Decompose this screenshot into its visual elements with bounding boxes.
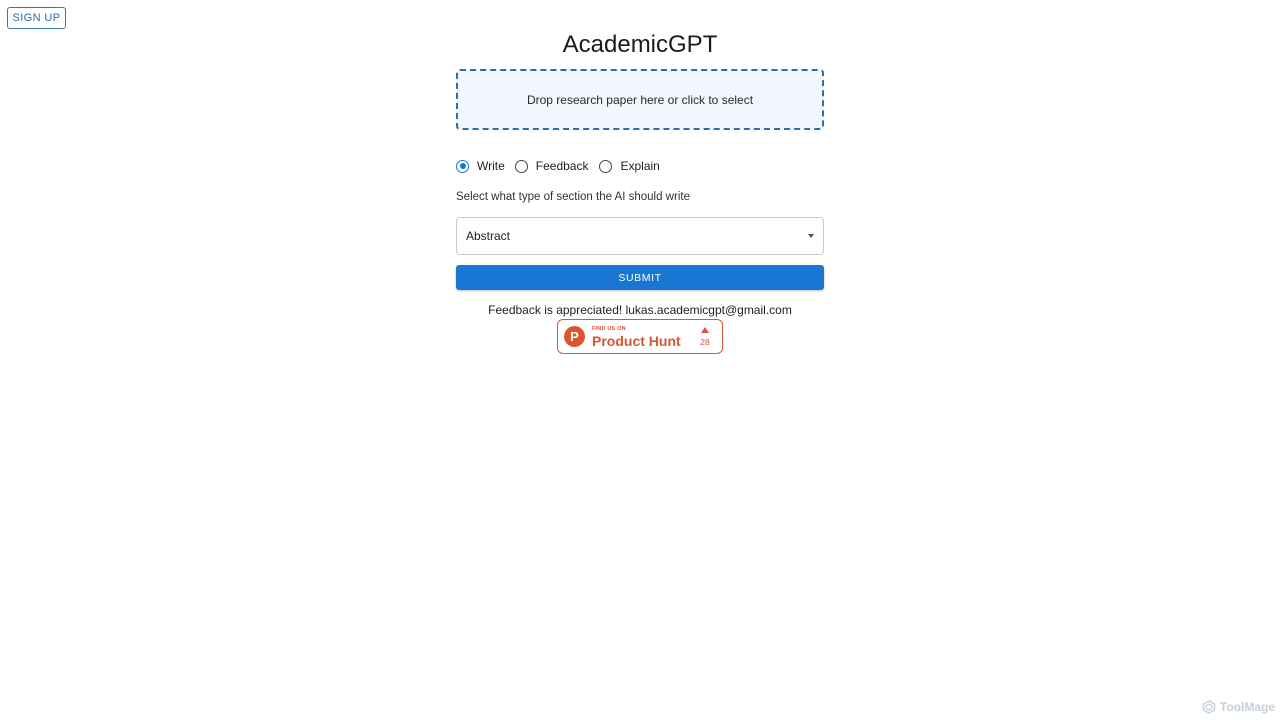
dropdown-arrow-icon <box>808 234 814 238</box>
radio-write-circle[interactable] <box>456 159 469 173</box>
watermark: ToolMage <box>1202 700 1275 714</box>
product-hunt-badge[interactable]: P FIND US ON Product Hunt 28 <box>557 319 723 354</box>
mode-radio-group: Write Feedback Explain <box>456 158 660 174</box>
page-title: AcademicGPT <box>562 31 718 58</box>
submit-button[interactable]: SUBMIT <box>456 265 824 290</box>
radio-feedback-label: Feedback <box>535 159 589 173</box>
section-type-value: Abstract <box>466 229 511 243</box>
radio-write[interactable]: Write <box>456 159 505 173</box>
radio-feedback-circle[interactable] <box>514 159 528 173</box>
watermark-text: ToolMage <box>1219 700 1275 714</box>
radio-write-label: Write <box>477 159 505 173</box>
dropzone-label: Drop research paper here or click to sel… <box>526 92 754 107</box>
radio-feedback[interactable]: Feedback <box>514 159 589 173</box>
upvote-count: 28 <box>700 337 710 347</box>
toolmage-logo-icon <box>1202 700 1216 714</box>
radio-explain[interactable]: Explain <box>599 159 660 173</box>
paper-dropzone[interactable]: Drop research paper here or click to sel… <box>456 69 824 130</box>
upvote-arrow-icon <box>698 327 712 335</box>
feedback-contact-text: Feedback is appreciated! lukas.academicg… <box>488 303 792 317</box>
product-hunt-logo-icon: P <box>564 326 585 347</box>
radio-explain-circle[interactable] <box>599 159 613 173</box>
section-type-select[interactable]: Abstract <box>456 217 824 255</box>
sign-up-button[interactable]: SIGN UP <box>7 7 66 29</box>
product-hunt-find-text: FIND US ON <box>592 326 626 332</box>
product-hunt-name: Product Hunt <box>592 333 681 349</box>
radio-explain-label: Explain <box>620 159 660 173</box>
section-helper-text: Select what type of section the AI shoul… <box>456 191 690 203</box>
